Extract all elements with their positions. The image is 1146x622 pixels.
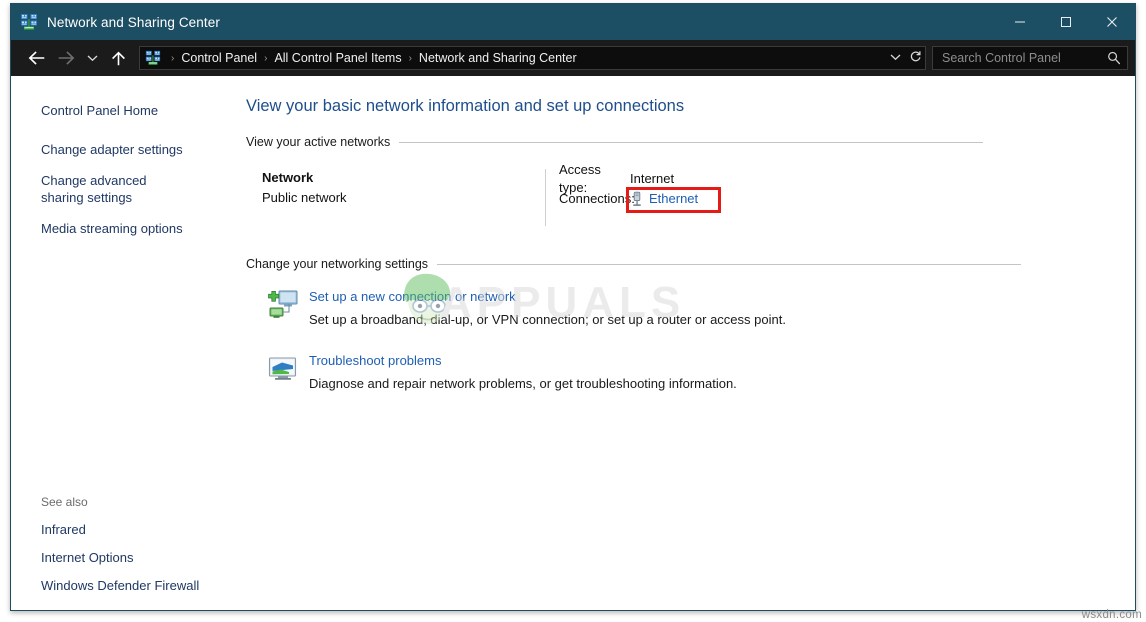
window-body: Control Panel Home Change adapter settin…	[11, 76, 1135, 610]
address-bar: › Control Panel › All Control Panel Item…	[11, 40, 1135, 76]
ethernet-icon	[630, 191, 644, 207]
close-button[interactable]	[1089, 4, 1135, 40]
access-type-row: Access type: Internet	[559, 169, 698, 189]
setting-new-connection-description: Set up a broadband, dial-up, or VPN conn…	[309, 311, 786, 328]
active-networks-section-title: View your active networks	[246, 135, 390, 149]
setting-troubleshoot-link[interactable]: Troubleshoot problems	[309, 352, 441, 369]
breadcrumb[interactable]: › Control Panel › All Control Panel Item…	[139, 46, 926, 70]
new-connection-icon	[267, 289, 299, 321]
close-icon	[1106, 16, 1118, 28]
main-content: View your basic network information and …	[232, 76, 1135, 610]
networking-settings-block: Change your networking settings	[246, 257, 1109, 392]
sidebar-item-windows-defender-firewall[interactable]: Windows Defender Firewall	[11, 577, 232, 594]
active-networks-block: Network Public network Access type: Inte…	[262, 169, 1109, 227]
networking-settings-section-title: Change your networking settings	[246, 257, 428, 271]
network-details: Access type: Internet Connections:	[559, 169, 698, 227]
network-identity: Network Public network	[262, 169, 545, 227]
network-name: Network	[262, 169, 545, 187]
breadcrumb-item-network-and-sharing-center[interactable]: Network and Sharing Center	[417, 51, 579, 65]
vertical-divider	[545, 169, 546, 226]
see-also-section: See also Infrared Internet Options Windo…	[11, 495, 232, 594]
section-divider	[437, 264, 1021, 265]
back-button[interactable]	[21, 43, 51, 73]
section-divider	[399, 142, 983, 143]
up-button[interactable]	[103, 43, 133, 73]
breadcrumb-dropdown-button[interactable]	[885, 52, 905, 64]
up-arrow-icon	[111, 51, 126, 66]
connections-label: Connections:	[559, 190, 630, 208]
see-also-label: See also	[11, 495, 232, 509]
breadcrumb-separator: ›	[259, 53, 272, 64]
sidebar-item-media-streaming-options[interactable]: Media streaming options	[11, 220, 232, 237]
setting-troubleshoot-description: Diagnose and repair network problems, or…	[309, 375, 737, 392]
sidebar-item-control-panel-home[interactable]: Control Panel Home	[11, 102, 232, 119]
refresh-button[interactable]	[905, 50, 925, 66]
forward-button[interactable]	[51, 43, 81, 73]
ethernet-connection-link[interactable]: Ethernet	[630, 190, 698, 208]
setting-troubleshoot-text: Troubleshoot problems Diagnose and repai…	[309, 352, 737, 392]
setting-new-connection-link[interactable]: Set up a new connection or network	[309, 288, 516, 305]
search-input[interactable]: Search Control Panel	[932, 46, 1128, 70]
forward-arrow-icon	[58, 51, 75, 65]
sidebar-item-change-advanced-sharing-settings[interactable]: Change advanced sharing settings	[11, 172, 232, 206]
minimize-icon	[1014, 16, 1026, 28]
chevron-down-icon	[890, 53, 901, 61]
sidebar: Control Panel Home Change adapter settin…	[11, 76, 232, 610]
breadcrumb-separator: ›	[404, 53, 417, 64]
connections-row: Connections: Ethernet	[559, 189, 698, 209]
breadcrumb-separator: ›	[166, 53, 179, 64]
networking-settings-section-header: Change your networking settings	[246, 257, 1109, 271]
title-bar: Network and Sharing Center	[11, 4, 1135, 40]
sidebar-item-change-adapter-settings[interactable]: Change adapter settings	[11, 141, 232, 158]
maximize-button[interactable]	[1043, 4, 1089, 40]
minimize-button[interactable]	[997, 4, 1043, 40]
window-controls	[997, 4, 1135, 40]
access-type-value: Internet	[630, 170, 674, 188]
troubleshoot-icon	[267, 353, 299, 385]
network-type: Public network	[262, 189, 545, 207]
search-placeholder: Search Control Panel	[933, 51, 1101, 65]
recent-locations-button[interactable]	[81, 43, 103, 73]
ethernet-label: Ethernet	[649, 190, 698, 208]
chevron-down-icon	[87, 54, 98, 62]
search-icon[interactable]	[1101, 51, 1127, 65]
maximize-icon	[1060, 16, 1072, 28]
sidebar-item-internet-options[interactable]: Internet Options	[11, 549, 232, 566]
back-arrow-icon	[28, 51, 45, 65]
setting-new-connection-text: Set up a new connection or network Set u…	[309, 288, 786, 328]
active-networks-section-header: View your active networks	[246, 135, 1109, 149]
sidebar-item-infrared[interactable]: Infrared	[11, 521, 232, 538]
setting-new-connection: Set up a new connection or network Set u…	[267, 288, 1109, 328]
magnifier-icon	[1107, 51, 1121, 65]
breadcrumb-item-all-control-panel-items[interactable]: All Control Panel Items	[272, 51, 403, 65]
window-title: Network and Sharing Center	[47, 15, 220, 30]
page-title: View your basic network information and …	[246, 96, 1109, 116]
setting-troubleshoot: Troubleshoot problems Diagnose and repai…	[267, 352, 1109, 392]
sidebar-primary-links: Control Panel Home Change adapter settin…	[11, 102, 232, 237]
breadcrumb-item-control-panel[interactable]: Control Panel	[179, 51, 259, 65]
site-watermark: wsxdn.com	[1082, 609, 1142, 621]
control-panel-window: Network and Sharing Center	[10, 3, 1136, 611]
network-sharing-icon	[20, 13, 38, 31]
refresh-icon	[909, 50, 922, 63]
control-panel-icon	[145, 50, 161, 66]
